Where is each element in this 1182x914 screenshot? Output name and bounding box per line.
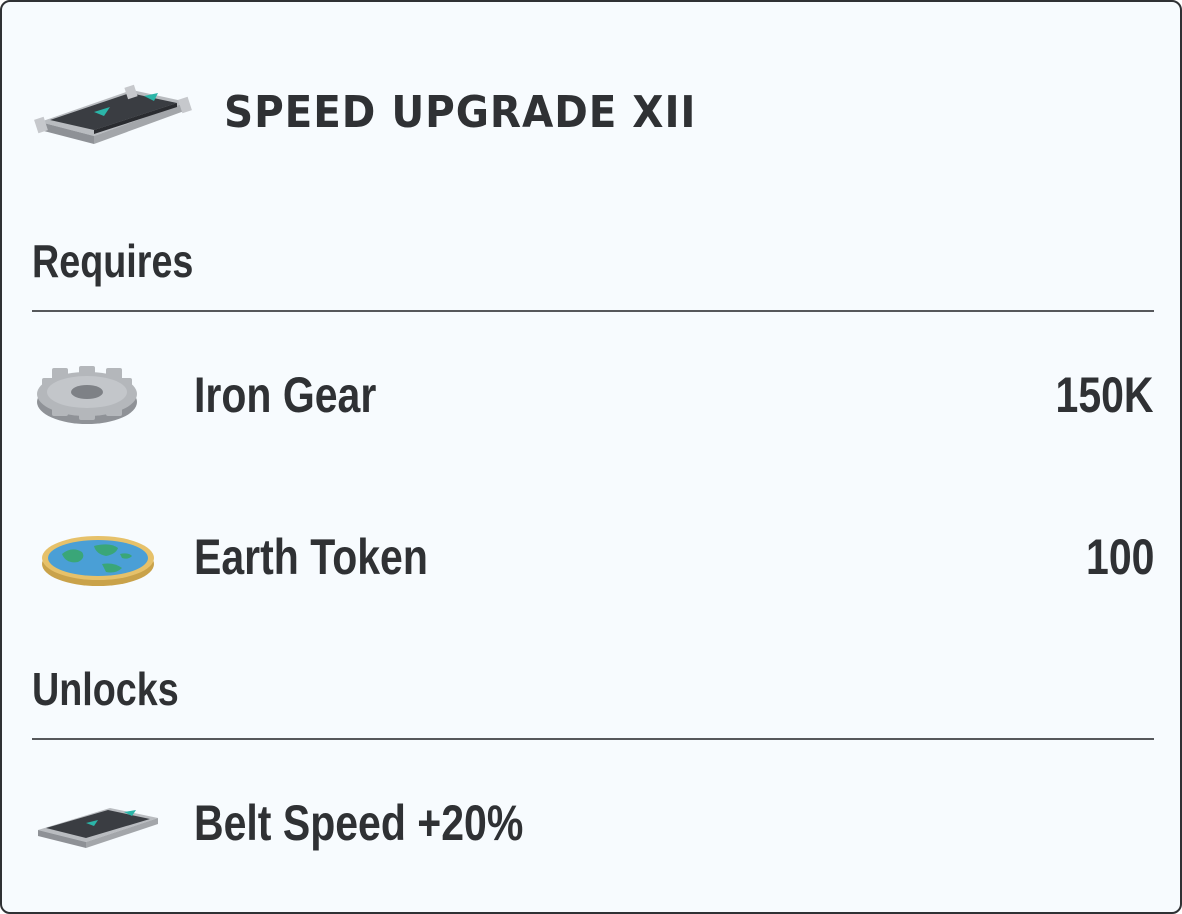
requirement-amount: 150K <box>1055 367 1154 423</box>
unlock-row: Belt Speed +20% <box>32 768 1154 878</box>
requirement-row: Iron Gear 150K <box>32 340 1154 450</box>
unlock-label: Belt Speed +20% <box>194 795 524 851</box>
conveyor-belt-icon <box>38 808 158 848</box>
earth-token-icon <box>42 536 154 586</box>
requires-heading: Requires <box>32 235 194 287</box>
unlocks-heading: Unlocks <box>32 663 179 715</box>
upgrade-card: SPEED UPGRADE XII Requires Iron Gear 150… <box>0 0 1182 914</box>
unlocks-divider <box>32 738 1154 740</box>
card-header: SPEED UPGRADE XII <box>32 62 737 162</box>
requirement-row: Earth Token 100 <box>32 502 1154 612</box>
requirement-label: Iron Gear <box>194 367 377 423</box>
requirement-label: Earth Token <box>194 529 428 585</box>
iron-gear-icon <box>37 366 137 424</box>
requires-divider <box>32 310 1154 312</box>
upgrade-title: SPEED UPGRADE XII <box>224 86 697 138</box>
requirement-amount: 100 <box>1085 529 1154 585</box>
conveyor-belt-icon <box>34 84 192 144</box>
